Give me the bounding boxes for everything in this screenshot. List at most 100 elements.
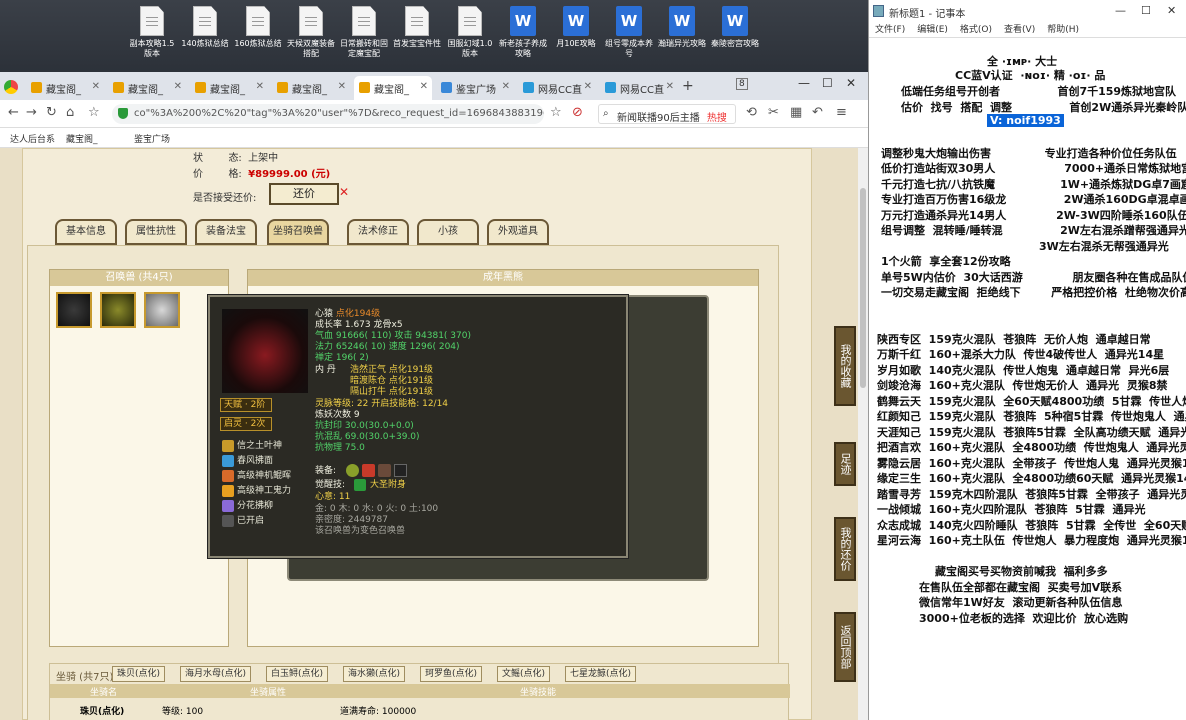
notepad-titlebar: 新标题1 - 记事本 — ☐ ✕ xyxy=(869,0,1186,22)
notepad-close-button[interactable]: ✕ xyxy=(1167,4,1176,17)
mount-tab-5[interactable]: 珂罗鱼(点化) xyxy=(420,666,483,682)
spirit-level: 灵脉等级: 22 开启技能格: 12/14 xyxy=(315,399,449,409)
desktop-file-9[interactable]: W 月10E攻略 xyxy=(552,6,600,49)
desktop-file-6[interactable]: 首发宝宝件性 xyxy=(393,6,441,49)
refresh-icon[interactable]: ⟲ xyxy=(746,105,757,120)
desktop-file-11[interactable]: W 瀚瑞异光攻略 xyxy=(658,6,706,49)
bargain-button[interactable]: 还价 xyxy=(269,183,339,205)
menu-icon[interactable]: ≡ xyxy=(836,105,847,120)
notepad-minimize-button[interactable]: — xyxy=(1115,4,1126,17)
tab-close-icon[interactable]: ✕ xyxy=(666,81,674,92)
tab-close-icon[interactable]: ✕ xyxy=(502,81,510,92)
back-icon[interactable]: ← xyxy=(8,105,19,120)
tab-close-icon[interactable]: ✕ xyxy=(256,81,264,92)
main-tab-5[interactable]: 法术修正 xyxy=(347,219,409,245)
skill-icon xyxy=(222,469,234,482)
tab-label: 藏宝阁_ xyxy=(292,85,327,96)
main-tab-4[interactable]: 坐骑召唤兽 xyxy=(267,219,329,245)
bookmark-item-2[interactable]: 藏宝阁_ xyxy=(66,132,98,145)
bookmark-star-icon[interactable]: ☆ xyxy=(88,105,100,120)
mount-tab-2[interactable]: 海月水母(点化) xyxy=(180,666,252,682)
summon-thumb-3[interactable] xyxy=(144,292,180,328)
tab-close-icon[interactable]: ✕ xyxy=(174,81,182,92)
summon-thumb-1[interactable] xyxy=(56,292,92,328)
notepad-text-area[interactable]: 全 ·ɪᴍᴘ· 大士 CC蓝V认证 ·ɴᴏɪ· 精 ·ᴏɪ· 品 低端任务组号开… xyxy=(869,48,1186,720)
browser-tab-5[interactable]: 藏宝阁_ ✕ xyxy=(354,76,432,100)
maximize-button[interactable]: ☐ xyxy=(822,76,833,90)
home-icon[interactable]: ⌂ xyxy=(66,105,74,120)
browser-tab-4[interactable]: 藏宝阁_ ✕ xyxy=(272,76,350,100)
notepad-line: 岁月如歌 140克火混队 传世人炮鬼 通卓越日常 异光6层 xyxy=(877,364,1170,377)
growth: 成长率 1.673 龙骨x5 xyxy=(315,320,403,330)
desktop-file-label: 国服幻域1.0版本 xyxy=(447,39,493,58)
minimize-button[interactable]: — xyxy=(798,76,810,90)
notepad-maximize-button[interactable]: ☐ xyxy=(1141,4,1151,17)
extension-icon[interactable]: ⊘ xyxy=(572,105,583,120)
notepad-menu-item-1[interactable]: 文件(F) xyxy=(875,25,905,35)
desktop-file-8[interactable]: W 新老孩子养成攻略 xyxy=(499,6,547,59)
browser-tab-6[interactable]: 鉴宝广场 ✕ xyxy=(436,76,514,100)
tab-close-icon[interactable]: ✕ xyxy=(338,81,346,92)
main-tab-3[interactable]: 装备法宝 xyxy=(195,219,257,245)
desktop-file-12[interactable]: W 秦陵密宫攻略 xyxy=(711,6,759,49)
notepad-menu-item-3[interactable]: 格式(O) xyxy=(960,25,992,35)
skill-icon xyxy=(222,514,234,527)
close-x-icon[interactable]: ✕ xyxy=(339,185,349,199)
desktop-file-7[interactable]: 国服幻域1.0版本 xyxy=(446,6,494,59)
desktop-file-3[interactable]: 160炼狱总结 xyxy=(234,6,282,49)
bookmark-item-3[interactable]: 鉴宝广场 xyxy=(134,132,170,145)
main-tab-7[interactable]: 外观道具 xyxy=(487,219,549,245)
notepad-menu-item-2[interactable]: 编辑(E) xyxy=(917,25,948,35)
reload-icon[interactable]: ↻ xyxy=(46,105,57,120)
main-tab-1[interactable]: 基本信息 xyxy=(55,219,117,245)
scroll-thumb[interactable] xyxy=(860,188,866,388)
forward-icon[interactable]: → xyxy=(26,105,37,120)
desktop-file-4[interactable]: 天候双魔装备搭配 xyxy=(287,6,335,59)
scissors-icon[interactable]: ✂ xyxy=(768,105,779,120)
mount-tab-1[interactable]: 珠贝(点化) xyxy=(112,666,166,682)
right-panel-title: 成年黑熊 xyxy=(248,270,758,286)
summon-thumb-2[interactable] xyxy=(100,292,136,328)
tab-favicon-icon xyxy=(113,82,124,93)
undo-icon[interactable]: ↶ xyxy=(812,105,823,120)
mount-tab-4[interactable]: 海水獭(点化) xyxy=(343,666,406,682)
main-tab-6[interactable]: 小孩 xyxy=(417,219,479,245)
grid-icon[interactable]: ▦ xyxy=(790,105,802,120)
text-file-icon xyxy=(405,6,429,36)
browser-tab-8[interactable]: 网易CC直 ✕ xyxy=(600,76,678,100)
search-text: 新闻联播90后主播 xyxy=(617,113,700,124)
bookmark-item-1[interactable]: 达人后台系 xyxy=(10,132,55,145)
tab-close-icon[interactable]: ✕ xyxy=(584,81,592,92)
search-box[interactable]: ⌕ 新闻联播90后主播 热搜 xyxy=(598,104,736,124)
browser-tab-3[interactable]: 藏宝阁_ ✕ xyxy=(190,76,268,100)
browser-tab-7[interactable]: 网易CC直 ✕ xyxy=(518,76,596,100)
browser-tab-1[interactable]: 藏宝阁_ ✕ xyxy=(26,76,104,100)
close-button[interactable]: ✕ xyxy=(846,76,856,90)
side-button-4[interactable]: 返回顶部 xyxy=(834,612,856,682)
notepad-line: 藏宝阁买号买物资前喊我 福利多多 xyxy=(935,565,1108,578)
tab-close-icon[interactable]: ✕ xyxy=(420,81,428,92)
desktop-file-5[interactable]: 日常搬砖和固定魔宝配 xyxy=(340,6,388,59)
notepad-line: 千元打造七抗/八抗铁魔 1W+通杀炼狱DG卓7画窟 xyxy=(881,178,1186,191)
mount-tab-7[interactable]: 七星龙鲸(点化) xyxy=(565,666,637,682)
favorite-star-icon[interactable]: ☆ xyxy=(550,105,562,120)
mount-tab-3[interactable]: 白玉鲟(点化) xyxy=(266,666,329,682)
secure-shield-icon xyxy=(118,108,128,119)
browser-tab-2[interactable]: 藏宝阁_ ✕ xyxy=(108,76,186,100)
notepad-menu-item-4[interactable]: 查看(V) xyxy=(1004,25,1035,35)
side-button-3[interactable]: 我的还价 xyxy=(834,517,856,581)
side-button-2[interactable]: 足迹 xyxy=(834,442,856,486)
desktop-file-2[interactable]: 140炼狱总结 xyxy=(181,6,229,49)
tab-close-icon[interactable]: ✕ xyxy=(92,81,100,92)
side-button-1[interactable]: 我的收藏 xyxy=(834,326,856,406)
notepad-menu-item-5[interactable]: 帮助(H) xyxy=(1047,25,1079,35)
notepad-line: 陕西专区 159克火混队 苍狼阵 无价人炮 通卓越日常 xyxy=(877,333,1151,346)
url-input[interactable]: co"%3A%200%2C%20"tag"%3A%20"user"%7D&rec… xyxy=(112,104,544,124)
tab-count-badge[interactable]: 8 xyxy=(736,78,748,90)
mount-tab-6[interactable]: 文鳐(点化) xyxy=(497,666,551,682)
main-tab-2[interactable]: 属性抗性 xyxy=(125,219,187,245)
desktop-file-10[interactable]: W 组号零成本养号 xyxy=(605,6,653,59)
page-scrollbar[interactable] xyxy=(858,148,868,720)
new-tab-button[interactable]: + xyxy=(682,78,694,94)
desktop-file-1[interactable]: 副本攻略1.5版本 xyxy=(128,6,176,59)
